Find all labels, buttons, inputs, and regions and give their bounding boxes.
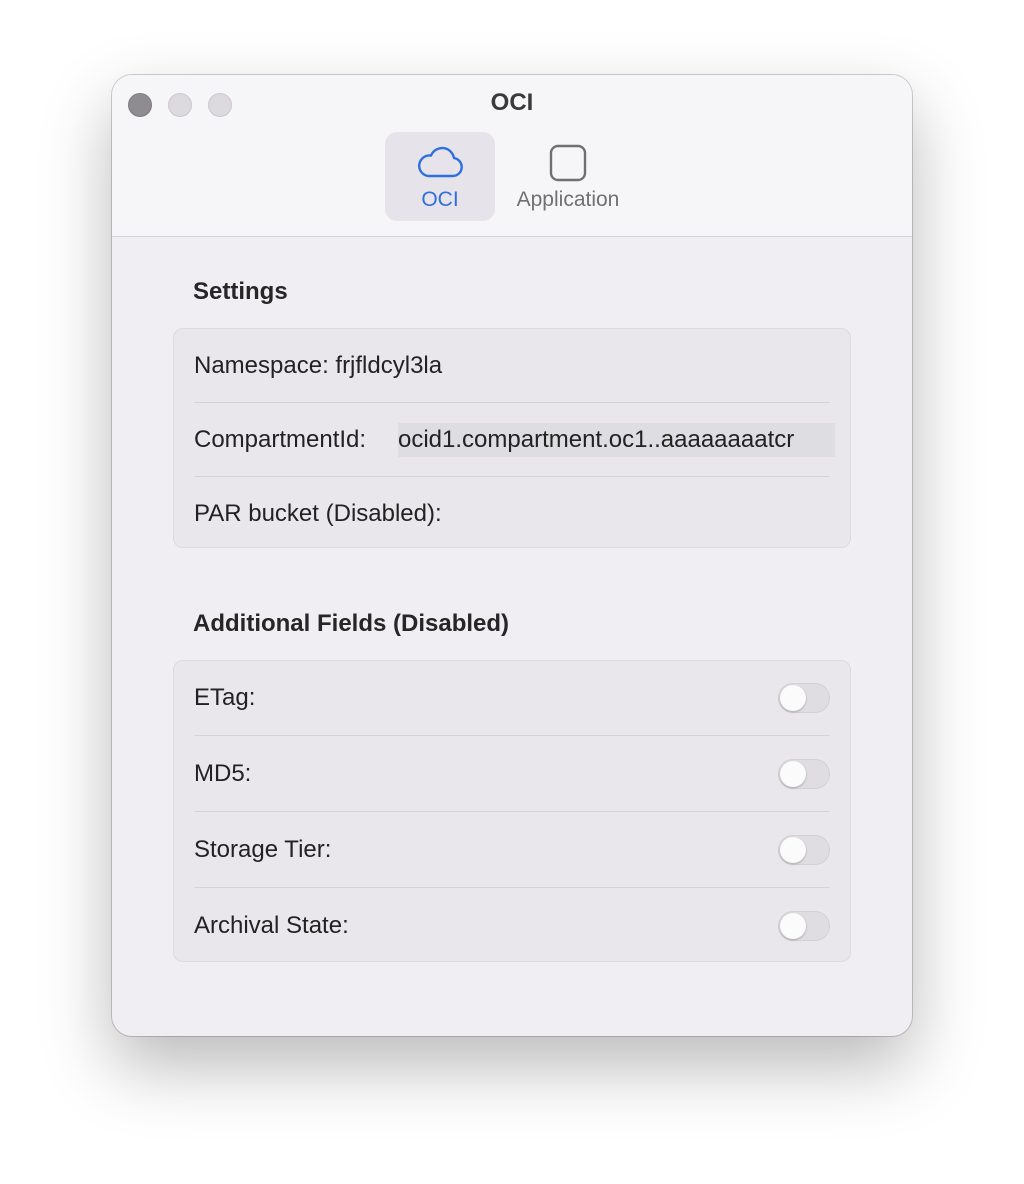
compartment-id-field[interactable]: ocid1.compartment.oc1..aaaaaaaatcr [398, 422, 835, 457]
md5-row: MD5: [194, 736, 830, 812]
archival-state-row: Archival State: [194, 888, 830, 963]
title-bar: OCI OCI Application [112, 75, 912, 237]
preferences-window: OCI OCI Application Settings Namespace: … [112, 75, 912, 1036]
window-title: OCI [490, 89, 534, 116]
toggle-knob [780, 912, 806, 939]
storage-tier-row: Storage Tier: [194, 812, 830, 888]
par-bucket-row: PAR bucket (Disabled): [194, 477, 830, 551]
tab-application-label: Application [516, 188, 620, 211]
par-bucket-label: PAR bucket (Disabled): [194, 500, 442, 527]
etag-row: ETag: [194, 661, 830, 736]
storage-tier-toggle[interactable] [778, 834, 830, 865]
toggle-knob [780, 836, 806, 863]
toggle-knob [780, 685, 806, 711]
additional-fields-section-title: Additional Fields (Disabled) [193, 610, 510, 637]
tab-application[interactable]: Application [505, 132, 631, 221]
settings-group: Namespace: frjfldcyl3la CompartmentId: o… [173, 328, 851, 548]
md5-label: MD5: [194, 759, 252, 787]
namespace-row: Namespace: frjfldcyl3la [194, 329, 830, 403]
tab-oci-label: OCI [421, 188, 459, 211]
compartment-label: CompartmentId: [194, 425, 367, 453]
compartment-row: CompartmentId: ocid1.compartment.oc1..aa… [194, 403, 835, 477]
etag-toggle[interactable] [778, 683, 830, 713]
etag-label: ETag: [194, 684, 256, 711]
md5-toggle[interactable] [778, 758, 830, 789]
cloud-icon [417, 146, 463, 178]
storage-tier-label: Storage Tier: [194, 835, 332, 863]
toggle-knob [780, 760, 806, 787]
settings-section-title: Settings [193, 278, 288, 305]
square-icon [549, 144, 587, 182]
additional-fields-group: ETag: MD5: Storage Tier: Archival State: [173, 660, 851, 962]
archival-state-label: Archival State: [194, 911, 349, 939]
namespace-label: Namespace: frjfldcyl3la [194, 351, 443, 379]
archival-state-toggle[interactable] [778, 910, 830, 941]
tab-oci[interactable]: OCI [385, 132, 495, 221]
